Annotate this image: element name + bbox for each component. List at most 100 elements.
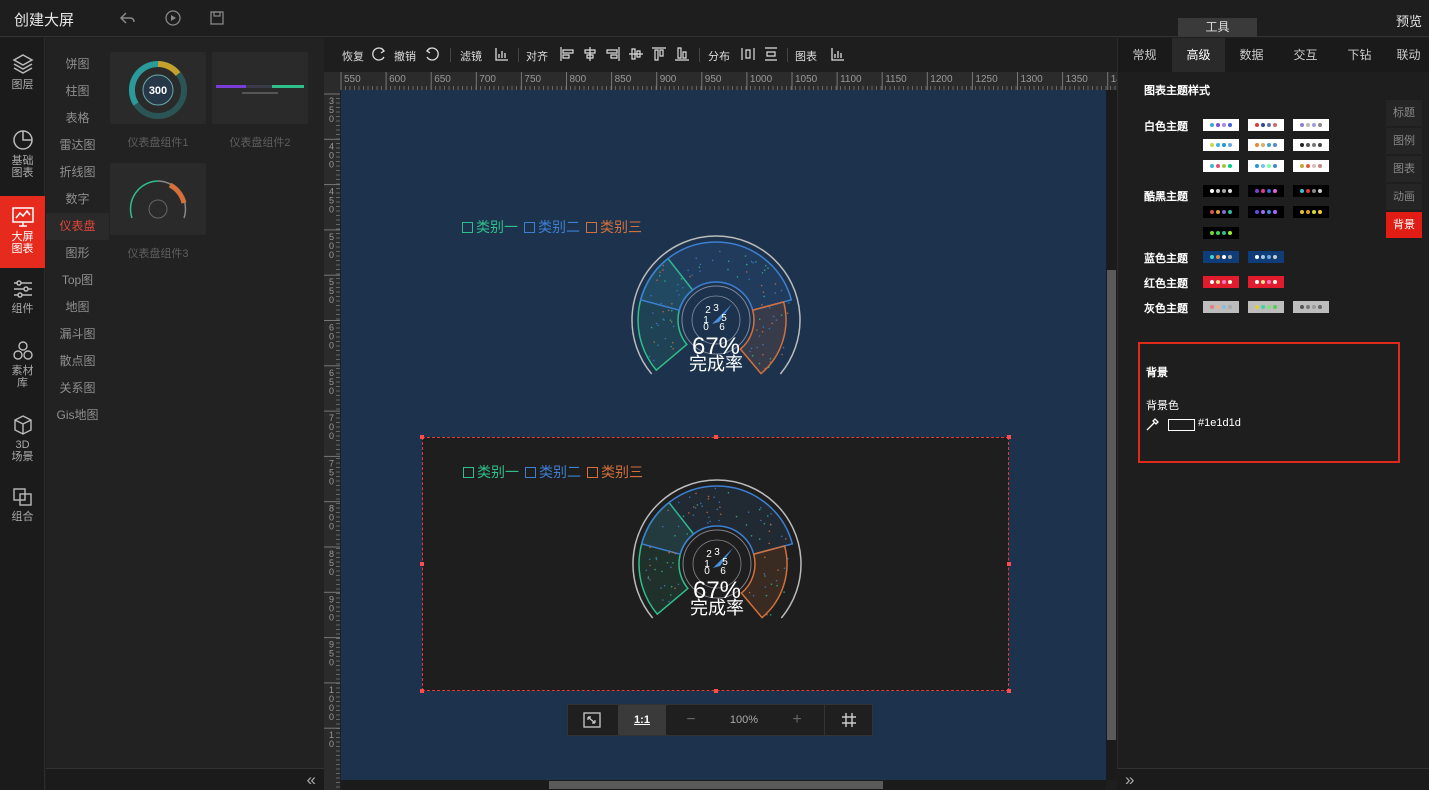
theme-swatch[interactable] <box>1203 276 1239 288</box>
play-icon[interactable] <box>164 9 182 27</box>
tab-advanced[interactable]: 高级 <box>1172 38 1225 72</box>
resize-handle[interactable] <box>420 435 424 439</box>
theme-swatch[interactable] <box>1248 276 1284 288</box>
distribute-v-icon[interactable] <box>763 46 779 62</box>
background-color-value[interactable]: #1e1d1d <box>1198 417 1241 429</box>
theme-swatch[interactable] <box>1248 251 1284 263</box>
redo-button[interactable]: 恢复 <box>342 48 364 64</box>
distribute-h-icon[interactable] <box>740 46 756 62</box>
nav-components[interactable]: 组件 <box>0 278 45 322</box>
theme-swatch[interactable] <box>1203 185 1239 197</box>
subcat-radar[interactable]: 雷达图 <box>46 132 109 159</box>
component-card[interactable]: 仪表盘组件3 <box>110 163 206 261</box>
fit-screen-button[interactable] <box>568 705 616 735</box>
theme-swatch[interactable] <box>1293 139 1329 151</box>
theme-swatch[interactable] <box>1248 206 1284 218</box>
horizontal-scroll-thumb[interactable] <box>549 781 883 789</box>
filter-button[interactable]: 滤镜 <box>460 48 482 64</box>
grid-toggle-button[interactable] <box>824 705 872 735</box>
theme-swatch[interactable] <box>1248 185 1284 197</box>
legend-item[interactable]: 类别二 <box>524 219 580 235</box>
resize-handle[interactable] <box>1007 562 1011 566</box>
vtab-title[interactable]: 标题 <box>1386 100 1422 126</box>
vtab-background[interactable]: 背景 <box>1386 212 1422 238</box>
resize-handle[interactable] <box>420 689 424 693</box>
gauge-chart[interactable]: 2 31 50 667%完成率 <box>627 474 807 634</box>
resize-handle[interactable] <box>714 689 718 693</box>
resize-handle[interactable] <box>420 562 424 566</box>
actual-size-button[interactable]: 1:1 <box>618 705 666 735</box>
component-card[interactable]: 300 仪表盘组件1 <box>110 52 206 150</box>
theme-swatch[interactable] <box>1203 139 1239 151</box>
subcat-number[interactable]: 数字 <box>46 186 109 213</box>
zoom-out-button[interactable]: − <box>666 705 716 735</box>
eyedropper-icon[interactable] <box>1146 417 1160 431</box>
resize-handle[interactable] <box>714 435 718 439</box>
align-top-icon[interactable] <box>651 46 667 62</box>
theme-swatch[interactable] <box>1293 119 1329 131</box>
gauge-chart[interactable]: 2 31 50 667%完成率 <box>626 230 806 390</box>
collapse-left-icon[interactable]: « <box>307 770 316 790</box>
chart-icon[interactable] <box>830 46 846 62</box>
resize-handle[interactable] <box>1007 689 1011 693</box>
subcat-funnel[interactable]: 漏斗图 <box>46 321 109 348</box>
theme-swatch[interactable] <box>1248 119 1284 131</box>
subcat-shape[interactable]: 图形 <box>46 240 109 267</box>
theme-swatch[interactable] <box>1203 160 1239 172</box>
vertical-scrollbar[interactable] <box>1106 90 1117 780</box>
selected-gauge-component[interactable]: 类别一 类别二 类别三 2 3 1 5 0 6 67% 完成率 <box>422 437 1009 691</box>
legend-item[interactable]: 类别二 <box>525 464 581 480</box>
tab-drilldown[interactable]: 下钻 <box>1333 38 1386 72</box>
tab-interaction[interactable]: 交互 <box>1279 38 1332 72</box>
component-card[interactable]: 仪表盘组件2 <box>212 52 308 150</box>
align-center-h-icon[interactable] <box>582 46 598 62</box>
nav-group[interactable]: 组合 <box>0 486 45 530</box>
theme-swatch[interactable] <box>1203 119 1239 131</box>
chart-button[interactable]: 图表 <box>795 48 817 64</box>
theme-swatch[interactable] <box>1248 301 1284 313</box>
legend-item[interactable]: 类别一 <box>462 219 518 235</box>
theme-swatch[interactable] <box>1293 185 1329 197</box>
tools-tab[interactable]: 工具 <box>1178 18 1257 37</box>
theme-swatch[interactable] <box>1203 251 1239 263</box>
filter-chart-icon[interactable] <box>494 46 510 62</box>
theme-swatch[interactable] <box>1293 301 1329 313</box>
subcat-relation[interactable]: 关系图 <box>46 375 109 402</box>
tab-general[interactable]: 常规 <box>1118 38 1171 72</box>
nav-3d-scene[interactable]: 3D场景 <box>0 414 45 468</box>
vtab-animation[interactable]: 动画 <box>1386 184 1422 210</box>
nav-layers[interactable]: 图层 <box>0 52 45 98</box>
redo-icon[interactable] <box>371 46 387 62</box>
save-icon[interactable] <box>208 9 226 27</box>
align-middle-v-icon[interactable] <box>628 46 644 62</box>
align-left-icon[interactable] <box>559 46 575 62</box>
nav-basic-charts[interactable]: 基础图表 <box>0 128 45 176</box>
vtab-legend[interactable]: 图例 <box>1386 128 1422 154</box>
preview-button[interactable]: 预览 <box>1396 11 1422 30</box>
resize-handle[interactable] <box>1007 435 1011 439</box>
subcat-map[interactable]: 地图 <box>46 294 109 321</box>
subcat-line[interactable]: 折线图 <box>46 159 109 186</box>
theme-swatch[interactable] <box>1203 227 1239 239</box>
theme-swatch[interactable] <box>1203 301 1239 313</box>
subcat-scatter[interactable]: 散点图 <box>46 348 109 375</box>
expand-right-icon[interactable]: » <box>1125 770 1134 790</box>
theme-swatch[interactable] <box>1248 160 1284 172</box>
theme-swatch[interactable] <box>1203 206 1239 218</box>
subcat-pie[interactable]: 饼图 <box>46 51 109 78</box>
undo-button[interactable]: 撤销 <box>394 48 416 64</box>
undo-icon[interactable] <box>424 46 440 62</box>
vertical-scroll-thumb[interactable] <box>1107 270 1116 740</box>
align-right-icon[interactable] <box>605 46 621 62</box>
nav-screen-charts[interactable]: 大屏图表 <box>0 196 45 268</box>
vtab-chart[interactable]: 图表 <box>1386 156 1422 182</box>
subcat-gauge[interactable]: 仪表盘 <box>46 213 109 240</box>
subcat-table[interactable]: 表格 <box>46 105 109 132</box>
theme-swatch[interactable] <box>1293 206 1329 218</box>
nav-materials[interactable]: 素材库 <box>0 340 45 398</box>
background-color-swatch[interactable] <box>1168 419 1195 431</box>
tab-data[interactable]: 数据 <box>1225 38 1278 72</box>
subcat-top[interactable]: Top图 <box>46 267 109 294</box>
theme-swatch[interactable] <box>1248 139 1284 151</box>
tab-linkage[interactable]: 联动 <box>1387 38 1429 72</box>
